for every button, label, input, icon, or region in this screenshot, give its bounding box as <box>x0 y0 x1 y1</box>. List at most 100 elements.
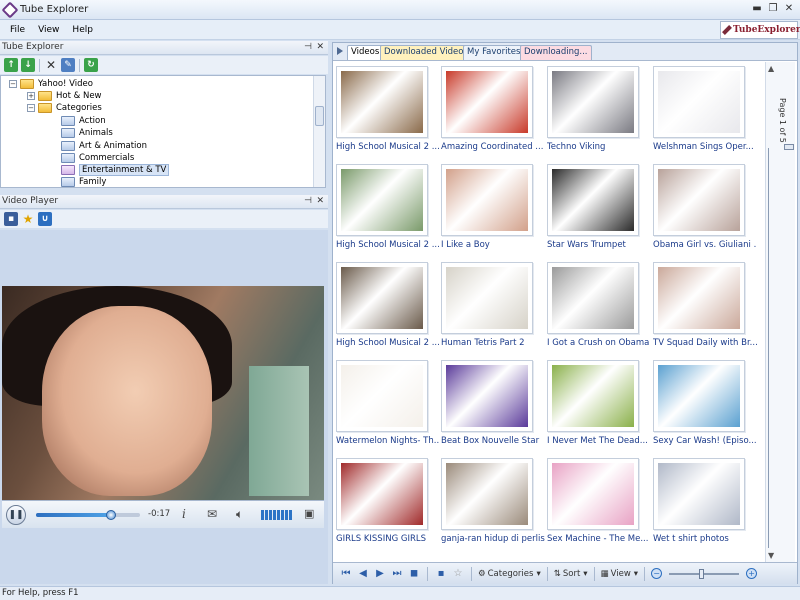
maximize-button[interactable]: ❐ <box>766 3 780 16</box>
video-title[interactable]: Beat Box Nouvelle Star <box>441 436 545 446</box>
tree-item-animals[interactable]: Animals <box>61 127 113 139</box>
video-tile[interactable]: Sexy Car Wash! (Episo... <box>653 360 757 452</box>
tree-item-family[interactable]: Family <box>61 176 106 187</box>
video-thumbnail[interactable] <box>441 262 533 334</box>
tree-item-art-animation[interactable]: Art & Animation <box>61 140 147 152</box>
video-thumbnail[interactable] <box>336 458 428 530</box>
video-thumbnail[interactable] <box>441 66 533 138</box>
video-tile[interactable]: Techno Viking <box>547 66 642 158</box>
info-icon[interactable]: i <box>182 507 186 521</box>
video-title[interactable]: I Got a Crush on Obama <box>547 338 651 348</box>
zoom-in-icon[interactable]: + <box>746 568 758 579</box>
seek-knob[interactable] <box>105 510 116 520</box>
volume-level[interactable] <box>261 510 292 520</box>
video-title[interactable]: ganja-ran hidup di perlis <box>441 534 545 544</box>
edit-icon[interactable]: ✎ <box>61 58 75 72</box>
scroll-down-icon[interactable]: ▼ <box>768 551 774 560</box>
categories-dropdown[interactable]: ⚙ Categories ▾ <box>478 569 541 579</box>
video-tile[interactable]: Obama Girl vs. Giuliani ... <box>653 164 757 256</box>
video-thumbnail[interactable] <box>441 458 533 530</box>
tree-item-action[interactable]: Action <box>61 115 106 127</box>
stop-icon[interactable]: ◼ <box>407 568 421 579</box>
next-page-icon[interactable]: ▶ <box>373 568 387 579</box>
video-title[interactable]: Human Tetris Part 2 <box>441 338 545 348</box>
video-title[interactable]: I Like a Boy <box>441 240 545 250</box>
video-thumbnail[interactable] <box>653 66 745 138</box>
expand-icon[interactable]: + <box>27 92 35 100</box>
close-button[interactable]: ✕ <box>782 3 796 16</box>
link-icon[interactable]: ∪ <box>38 212 52 226</box>
video-tile[interactable]: Welshman Sings Oper... <box>653 66 754 158</box>
video-tile[interactable]: Human Tetris Part 2 <box>441 262 536 354</box>
video-tile[interactable]: Star Wars Trumpet <box>547 164 642 256</box>
pin-icon[interactable]: ⊣ <box>304 41 312 54</box>
tab-videos[interactable]: Videos <box>347 45 384 60</box>
fullscreen-icon[interactable]: ▣ <box>304 507 314 520</box>
refresh-icon[interactable]: ↻ <box>84 58 98 72</box>
video-tile[interactable]: Wet t shirt photos <box>653 458 748 550</box>
prev-page-icon[interactable]: ◀ <box>356 568 370 579</box>
zoom-slider[interactable] <box>669 568 740 579</box>
pause-button[interactable]: ❚❚ <box>6 504 26 525</box>
video-tile[interactable]: Watermelon Nights- Th... <box>336 360 440 452</box>
video-title[interactable]: Techno Viking <box>547 142 651 152</box>
video-tile[interactable]: TV Squad Daily with Br... <box>653 262 757 354</box>
save-icon[interactable]: ▪ <box>4 212 18 226</box>
volume-icon[interactable]: 🔈︎ <box>236 507 243 522</box>
video-thumbnail[interactable] <box>336 262 428 334</box>
video-thumbnail[interactable] <box>441 164 533 236</box>
tab-my-favorites[interactable]: My Favorites <box>463 45 525 60</box>
menu-help[interactable]: Help <box>72 25 93 35</box>
tree-item-entertainment-tv[interactable]: Entertainment & TV <box>61 164 170 176</box>
scroll-thumb[interactable] <box>315 106 324 126</box>
video-tile[interactable]: Sex Machine - The Me... <box>547 458 648 550</box>
video-tile[interactable]: High School Musical 2 ... <box>336 262 440 354</box>
collapse-icon[interactable]: − <box>9 80 17 88</box>
video-thumbnail[interactable] <box>441 360 533 432</box>
video-thumbnail[interactable] <box>336 164 428 236</box>
panel-close-icon[interactable]: ✕ <box>316 41 324 54</box>
video-tile[interactable]: Beat Box Nouvelle Star <box>441 360 539 452</box>
video-frame[interactable] <box>2 286 324 500</box>
tree-node-hot-new[interactable]: + Hot & New <box>27 90 102 102</box>
video-title[interactable]: TV Squad Daily with Br... <box>653 338 757 348</box>
collapse-icon[interactable]: − <box>27 104 35 112</box>
tab-downloaded-videos[interactable]: Downloaded Videos <box>380 45 472 60</box>
video-thumbnail[interactable] <box>547 66 639 138</box>
video-tile[interactable]: ganja-ran hidup di perlis <box>441 458 545 550</box>
video-title[interactable]: GIRLS KISSING GIRLS <box>336 534 440 544</box>
video-title[interactable]: Amazing Coordinated ... <box>441 142 545 152</box>
video-thumbnail[interactable] <box>547 458 639 530</box>
video-thumbnail[interactable] <box>547 360 639 432</box>
zoom-out-icon[interactable]: − <box>651 568 663 579</box>
video-tile[interactable]: GIRLS KISSING GIRLS <box>336 458 431 550</box>
video-tile[interactable]: High School Musical 2 ... <box>336 66 440 158</box>
save-icon[interactable]: ▪ <box>434 568 448 579</box>
delete-icon[interactable]: ✕ <box>44 58 58 72</box>
video-title[interactable]: Obama Girl vs. Giuliani ... <box>653 240 757 250</box>
page-slider-knob[interactable] <box>784 144 794 150</box>
video-thumbnail[interactable] <box>336 360 428 432</box>
scroll-up-icon[interactable]: ▲ <box>768 64 774 73</box>
video-tile[interactable]: I Got a Crush on Obama <box>547 262 649 354</box>
move-up-icon[interactable]: ↑ <box>4 58 18 72</box>
minimize-button[interactable]: ▬ <box>750 3 764 16</box>
scroll-thumb[interactable] <box>768 148 776 548</box>
video-thumbnail[interactable] <box>653 458 745 530</box>
zoom-knob[interactable] <box>699 568 705 579</box>
tree-item-commercials[interactable]: Commercials <box>61 152 134 164</box>
video-title[interactable]: Watermelon Nights- Th... <box>336 436 440 446</box>
video-title[interactable]: High School Musical 2 ... <box>336 240 440 250</box>
video-title[interactable]: Star Wars Trumpet <box>547 240 651 250</box>
email-icon[interactable]: ✉ <box>207 507 217 521</box>
view-dropdown[interactable]: ▦ View ▾ <box>601 569 638 579</box>
video-thumbnail[interactable] <box>336 66 428 138</box>
menu-view[interactable]: View <box>38 25 59 35</box>
video-title[interactable]: High School Musical 2 ... <box>336 142 440 152</box>
video-thumbnail[interactable] <box>547 164 639 236</box>
menu-file[interactable]: File <box>10 25 25 35</box>
video-tile[interactable]: Amazing Coordinated ... <box>441 66 543 158</box>
video-thumbnail[interactable] <box>653 360 745 432</box>
video-thumbnail[interactable] <box>547 262 639 334</box>
seek-bar[interactable] <box>36 510 140 520</box>
